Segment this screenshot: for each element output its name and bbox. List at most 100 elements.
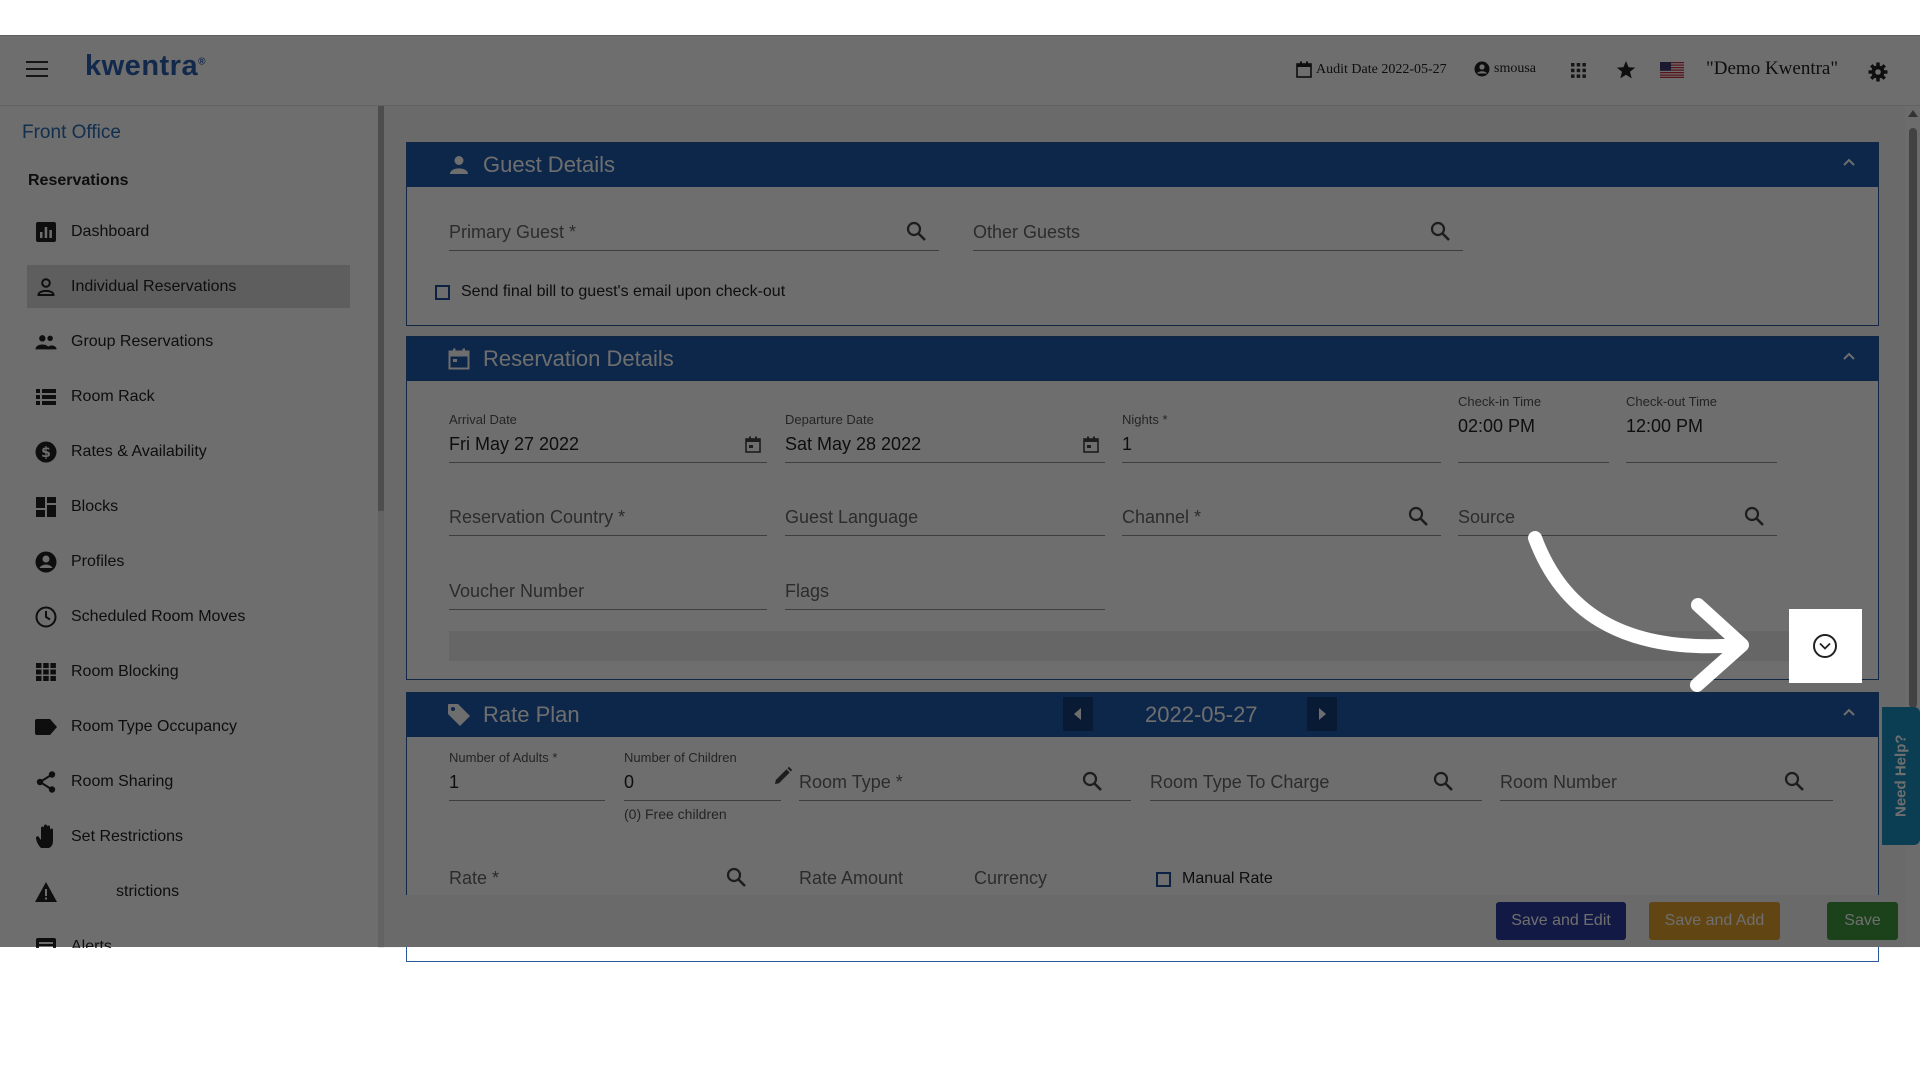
sidebar-item-rates-availability[interactable]: $ Rates & Availability [27,430,350,473]
username: smousa [1494,61,1536,76]
guest-language-field[interactable]: Guest Language [785,507,1105,536]
send-bill-checkbox[interactable] [435,285,450,300]
sidebar-item-room-sharing[interactable]: Room Sharing [27,760,350,803]
field-label: Check-out Time [1626,394,1718,409]
voucher-number-field[interactable]: Voucher Number [449,581,767,610]
arrival-date-field[interactable]: Arrival Date Fri May 27 2022 [449,412,767,463]
hand-icon [35,824,57,848]
sidebar-item-profiles[interactable]: Profiles [27,540,350,583]
person-icon [447,153,471,177]
sidebar-scrollbar[interactable] [378,106,384,948]
user-menu[interactable]: smousa [1474,61,1536,77]
blocks-icon [35,496,57,518]
pencil-icon[interactable] [773,766,793,786]
guest-details-header[interactable]: Guest Details [407,143,1878,187]
field-label: Number of Adults * [449,750,558,765]
search-icon[interactable] [1783,770,1805,792]
check-out-time-field[interactable]: Check-out Time 12:00 PM [1626,394,1777,463]
menu-icon[interactable] [26,61,48,77]
number-of-children-field[interactable]: Number of Children 0 [624,750,793,801]
sidebar-item-individual-reservations[interactable]: Individual Reservations [27,265,350,308]
nights-field[interactable]: Nights * 1 [1122,412,1441,463]
field-label: Nights * [1122,412,1168,427]
channel-field[interactable]: Channel * [1122,505,1441,536]
rate-field[interactable]: Rate * [449,866,759,896]
check-in-time-field[interactable]: Check-in Time 02:00 PM [1458,394,1609,463]
calendar-icon [1296,61,1312,78]
apps-grid-icon[interactable] [1571,63,1586,78]
sidebar-section-title[interactable]: Front Office [22,122,121,144]
us-flag-icon[interactable] [1660,62,1684,78]
sidebar-item-set-restrictions[interactable]: Set Restrictions [27,815,350,858]
sidebar-item-room-type-occupancy[interactable]: Room Type Occupancy [27,705,350,748]
star-icon[interactable] [1616,60,1636,80]
sidebar-item-label: Scheduled Room Moves [71,607,246,625]
sidebar-item-label: Room Sharing [71,772,174,790]
field-placeholder: Room Type * [799,772,903,792]
room-type-to-charge-field[interactable]: Room Type To Charge [1150,770,1482,801]
number-of-adults-field[interactable]: Number of Adults * 1 [449,750,605,801]
reservation-details-header[interactable]: Reservation Details [407,337,1878,381]
save-and-add-button[interactable]: Save and Add [1649,902,1780,940]
search-icon[interactable] [1081,770,1103,792]
search-icon[interactable] [1429,220,1451,242]
list-icon [35,386,57,408]
sidebar-item-blocks[interactable]: Blocks [27,485,350,528]
currency-field[interactable]: Currency [974,868,1124,896]
save-and-edit-button[interactable]: Save and Edit [1496,902,1626,940]
dollar-icon: $ [35,441,57,463]
dashboard-icon [35,221,57,243]
field-placeholder: Channel * [1122,507,1202,527]
share-icon [35,770,57,793]
search-icon[interactable] [1743,505,1765,527]
calendar-icon[interactable] [745,436,761,453]
field-value: Sat May 28 2022 [785,434,922,454]
field-placeholder: Rate * [449,868,500,888]
calendar-icon[interactable] [1083,436,1099,453]
field-placeholder: Rate Amount [799,868,904,888]
flags-field[interactable]: Flags [785,581,1105,610]
sidebar-item-group-reservations[interactable]: Group Reservations [27,320,350,363]
manual-rate-checkbox[interactable] [1156,872,1171,887]
search-icon[interactable] [1432,770,1454,792]
primary-guest-field[interactable]: Primary Guest * [449,220,939,251]
logo[interactable]: kwentra® [85,50,206,83]
svg-text:$: $ [41,445,51,461]
room-type-field[interactable]: Room Type * [799,770,1131,801]
rate-amount-field[interactable]: Rate Amount [799,868,949,896]
departure-date-field[interactable]: Departure Date Sat May 28 2022 [785,412,1105,463]
person-icon [35,276,57,298]
field-value: 1 [1122,434,1133,454]
field-placeholder: Guest Language [785,507,919,527]
next-date-button[interactable] [1307,697,1337,731]
field-value: 12:00 PM [1626,416,1704,436]
other-guests-field[interactable]: Other Guests [973,220,1463,251]
field-placeholder: Currency [974,868,1048,888]
room-number-field[interactable]: Room Number [1500,770,1833,801]
card-title: Guest Details [483,152,616,177]
previous-date-button[interactable] [1063,697,1093,731]
account-icon [1474,61,1490,77]
sidebar-item-room-blocking[interactable]: Room Blocking [27,650,350,693]
sidebar-item-scheduled-room-moves[interactable]: Scheduled Room Moves [27,595,350,638]
sidebar-item-restrictions[interactable]: strictions [27,870,350,913]
tenant-name[interactable]: "Demo Kwentra" [1706,58,1838,80]
gear-icon[interactable] [1868,62,1888,82]
account-circle-icon [35,551,57,573]
reservation-country-field[interactable]: Reservation Country * [449,507,767,536]
sidebar-item-room-rack[interactable]: Room Rack [27,375,350,418]
search-icon[interactable] [1407,505,1429,527]
grid-icon [35,661,57,683]
sidebar-item-dashboard[interactable]: Dashboard [27,210,350,253]
need-help-tab[interactable]: Need Help? [1882,707,1920,845]
search-icon[interactable] [725,866,747,888]
save-button[interactable]: Save [1827,902,1898,940]
chevron-up-icon[interactable] [1842,349,1856,363]
highlighted-expand-button[interactable] [1789,609,1862,683]
field-label: Number of Children [624,750,737,765]
sidebar-item-alerts[interactable]: Alerts [27,925,350,948]
chevron-up-icon[interactable] [1842,705,1856,719]
search-icon[interactable] [905,220,927,242]
sidebar-group-title: Reservations [28,172,129,189]
chevron-up-icon[interactable] [1842,155,1856,169]
